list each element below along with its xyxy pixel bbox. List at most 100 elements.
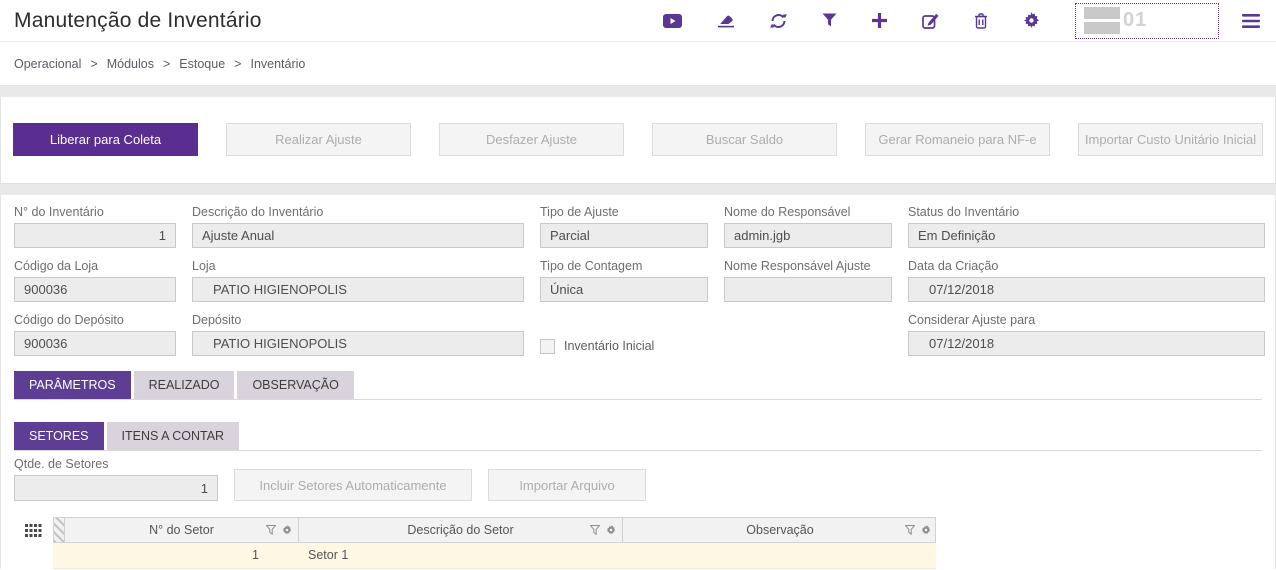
- video-icon[interactable]: [663, 11, 682, 31]
- table-header: N° do Setor Descrição do Setor: [53, 517, 936, 543]
- sectors-toolbar: Qtde. de Setores Incluir Setores Automat…: [14, 457, 1262, 501]
- field-warehouse-code: Código do Depósito: [14, 313, 176, 356]
- sectors-table: N° do Setor Descrição do Setor: [14, 517, 1262, 569]
- tab-parametros[interactable]: PARÂMETROS: [14, 371, 131, 399]
- breadcrumb-separator: >: [163, 57, 170, 71]
- settings-icon[interactable]: [1023, 11, 1040, 31]
- filter-icon[interactable]: [822, 11, 837, 31]
- table-row[interactable]: 1 Setor 1: [53, 543, 936, 569]
- field-initial-inventory: Inventário Inicial: [540, 313, 708, 356]
- adjustment-type-input[interactable]: [540, 223, 708, 248]
- hamburger-menu-icon[interactable]: [1242, 11, 1260, 31]
- breadcrumb-item-operacional[interactable]: Operacional: [14, 57, 81, 71]
- cell-sector-description: Setor 1: [297, 543, 621, 568]
- adjustment-responsible-input[interactable]: [724, 277, 892, 302]
- realizar-ajuste-button[interactable]: Realizar Ajuste: [226, 123, 411, 156]
- column-header-sector-number[interactable]: N° do Setor: [64, 518, 298, 542]
- count-type-input[interactable]: [540, 277, 708, 302]
- record-number: 01: [1123, 9, 1147, 32]
- column-label: Observação: [746, 523, 813, 537]
- cell-sector-number: 1: [53, 543, 297, 568]
- inventory-form: N° do Inventário Descrição do Inventário…: [14, 205, 1262, 356]
- breadcrumb: Operacional > Módulos > Estoque > Invent…: [0, 42, 1276, 85]
- buscar-saldo-button[interactable]: Buscar Saldo: [652, 123, 837, 156]
- toolbar: 01: [663, 3, 1260, 39]
- warehouse-input[interactable]: [192, 331, 524, 356]
- column-settings-icon[interactable]: [606, 525, 616, 535]
- adjustment-responsible-label: Nome Responsável Ajuste: [724, 259, 892, 274]
- field-count-type: Tipo de Contagem: [540, 259, 708, 302]
- column-settings-icon[interactable]: [921, 525, 931, 535]
- field-adjustment-type: Tipo de Ajuste: [540, 205, 708, 248]
- add-icon[interactable]: [872, 11, 887, 31]
- row-selector-header: [54, 518, 64, 542]
- field-responsible-name: Nome do Responsável: [724, 205, 892, 248]
- inventory-number-label: N° do Inventário: [14, 205, 176, 220]
- page-title: Manutenção de Inventário: [14, 9, 262, 33]
- tab-observacao[interactable]: OBSERVAÇÃO: [237, 371, 353, 399]
- inventory-maintenance-screen: Manutenção de Inventário: [0, 0, 1276, 570]
- importar-arquivo-button[interactable]: Importar Arquivo: [488, 469, 646, 501]
- inventory-status-input[interactable]: [908, 223, 1265, 248]
- inventory-description-input[interactable]: [192, 223, 524, 248]
- column-header-observation[interactable]: Observação: [622, 518, 937, 542]
- warehouse-code-input[interactable]: [14, 331, 176, 356]
- tab-realizado[interactable]: REALIZADO: [134, 371, 235, 399]
- field-creation-date: Data da Criação: [908, 259, 1265, 302]
- section-divider: [0, 183, 1276, 195]
- adjustment-type-label: Tipo de Ajuste: [540, 205, 708, 220]
- column-label: Descrição do Setor: [407, 523, 513, 537]
- cell-observation: [621, 543, 936, 568]
- breadcrumb-item-modulos[interactable]: Módulos: [107, 57, 154, 71]
- field-warehouse: Depósito: [192, 313, 524, 356]
- creation-date-input[interactable]: [908, 277, 1265, 302]
- importar-custo-button[interactable]: Importar Custo Unitário Inicial: [1078, 123, 1263, 156]
- eraser-icon[interactable]: [717, 11, 735, 31]
- tab-setores[interactable]: SETORES: [14, 422, 104, 450]
- record-indicator[interactable]: 01: [1075, 3, 1219, 39]
- field-consider-adjustment: Considerar Ajuste para: [908, 313, 1265, 356]
- breadcrumb-item-estoque[interactable]: Estoque: [179, 57, 225, 71]
- inventory-number-input[interactable]: [14, 223, 176, 248]
- column-label: N° do Setor: [149, 523, 214, 537]
- actions-panel: Liberar para Coleta Realizar Ajuste Desf…: [0, 97, 1276, 183]
- store-input[interactable]: [192, 277, 524, 302]
- field-store-code: Código da Loja: [14, 259, 176, 302]
- delete-icon[interactable]: [974, 11, 988, 31]
- column-settings-icon[interactable]: [282, 525, 292, 535]
- field-inventory-status: Status do Inventário: [908, 205, 1265, 248]
- initial-inventory-checkbox[interactable]: [540, 339, 555, 354]
- creation-date-label: Data da Criação: [908, 259, 1265, 274]
- desfazer-ajuste-button[interactable]: Desfazer Ajuste: [439, 123, 624, 156]
- gerar-romaneio-button[interactable]: Gerar Romaneio para NF-e: [865, 123, 1050, 156]
- column-filter-icon[interactable]: [905, 525, 915, 535]
- sector-qty-input[interactable]: [14, 475, 218, 501]
- grid-columns-icon[interactable]: [14, 517, 53, 543]
- initial-inventory-label: Inventário Inicial: [564, 339, 654, 353]
- column-filter-icon[interactable]: [266, 525, 276, 535]
- consider-adjustment-input[interactable]: [908, 331, 1265, 356]
- breadcrumb-item-inventario[interactable]: Inventário: [250, 57, 305, 71]
- field-spacer: [724, 313, 892, 356]
- incluir-setores-button[interactable]: Incluir Setores Automaticamente: [234, 469, 472, 501]
- column-header-sector-description[interactable]: Descrição do Setor: [298, 518, 622, 542]
- count-type-label: Tipo de Contagem: [540, 259, 708, 274]
- refresh-icon[interactable]: [770, 11, 787, 31]
- tab-itens-a-contar[interactable]: ITENS A CONTAR: [107, 422, 240, 450]
- sub-tabs: SETORES ITENS A CONTAR: [14, 422, 1262, 451]
- column-filter-icon[interactable]: [590, 525, 600, 535]
- inventory-description-label: Descrição do Inventário: [192, 205, 524, 220]
- field-adjustment-responsible: Nome Responsável Ajuste: [724, 259, 892, 302]
- form-panel: N° do Inventário Descrição do Inventário…: [0, 195, 1276, 569]
- liberar-para-coleta-button[interactable]: Liberar para Coleta: [13, 123, 198, 156]
- edit-icon[interactable]: [922, 11, 939, 31]
- main-tabs: PARÂMETROS REALIZADO OBSERVAÇÃO: [14, 371, 1262, 400]
- breadcrumb-separator: >: [90, 57, 97, 71]
- breadcrumb-separator: >: [234, 57, 241, 71]
- responsible-name-input[interactable]: [724, 223, 892, 248]
- store-code-input[interactable]: [14, 277, 176, 302]
- record-pages-icon: [1084, 7, 1120, 34]
- field-store: Loja: [192, 259, 524, 302]
- responsible-name-label: Nome do Responsável: [724, 205, 892, 220]
- store-code-label: Código da Loja: [14, 259, 176, 274]
